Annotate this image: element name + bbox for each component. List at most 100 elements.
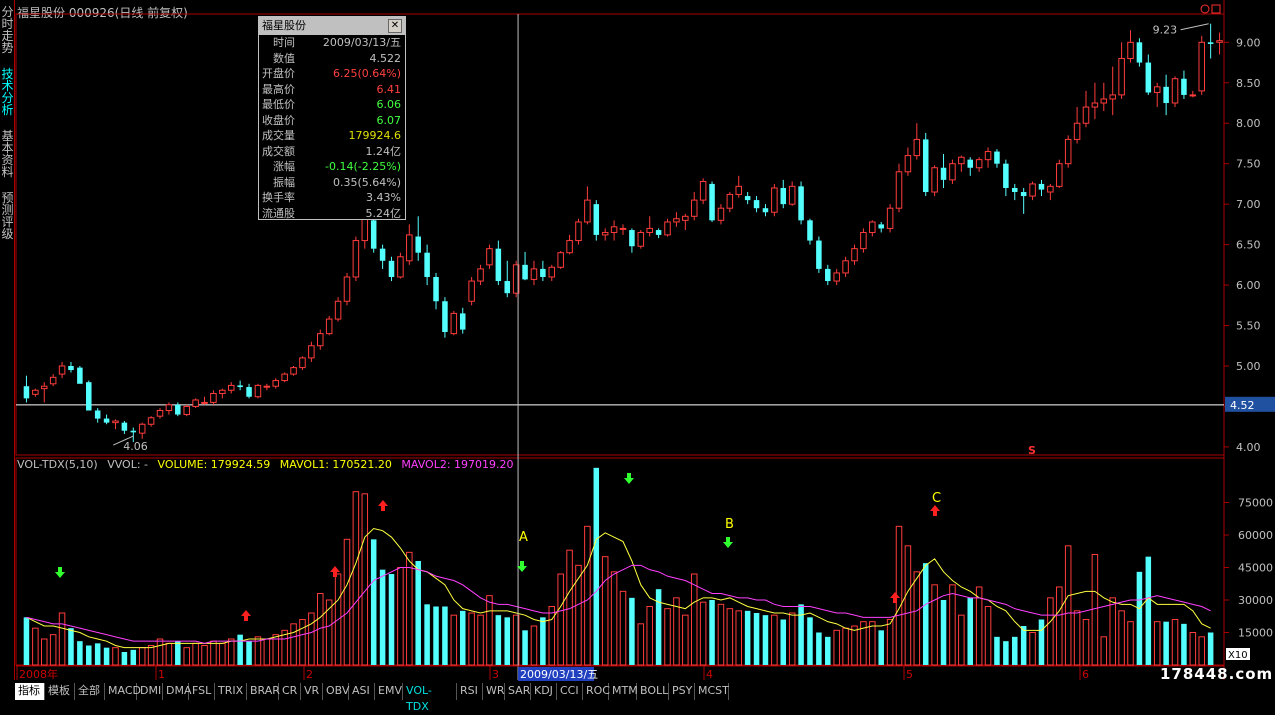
volume-bar (156, 638, 164, 666)
high-pointer (1180, 23, 1209, 31)
candle-body (601, 231, 609, 236)
candle-body (522, 264, 528, 280)
indicator-tab[interactable]: CCI (557, 683, 583, 700)
info-key: 涨幅 (273, 160, 295, 173)
volume-bar (958, 614, 965, 666)
volume-bar (237, 634, 243, 665)
info-value: 179924.6 (348, 129, 402, 142)
volume-bar (1189, 632, 1197, 666)
volume-bar (495, 615, 502, 665)
info-value: 1.24亿 (365, 144, 402, 158)
volume-bar (1153, 621, 1161, 666)
indicator-tab[interactable]: TRIX (215, 683, 247, 700)
up-arrow-icon (930, 505, 940, 516)
volume-bar (138, 647, 146, 666)
info-key: 成交量 (262, 129, 295, 142)
candle-body (175, 404, 181, 415)
candle-body (548, 266, 556, 278)
indicator-tab[interactable]: RSI (457, 683, 483, 700)
indicator-tab[interactable]: VOL-TDX (403, 683, 457, 713)
x-tick-label: 4 (706, 668, 713, 681)
candle-body (1100, 98, 1108, 104)
volume-bar (1012, 636, 1018, 665)
volume-bar (299, 619, 306, 666)
circle-icon (1200, 4, 1210, 14)
info-row: 开盘价 6.25(0.64%) (259, 66, 405, 82)
indicator-tab[interactable]: EMV (375, 683, 403, 700)
price-tick-label: 9.00 (1236, 36, 1261, 49)
price-panel-frame (15, 13, 1225, 456)
indicator-tab[interactable]: DMA (163, 683, 192, 700)
volume-bar (1038, 619, 1045, 665)
volume-bar (878, 630, 884, 665)
indicator-tab[interactable]: WR (483, 683, 505, 700)
candle-body (807, 220, 813, 241)
indicator-tab[interactable]: PSY (669, 683, 695, 700)
indicator-tab[interactable]: MTM (609, 683, 638, 700)
candle-body (281, 373, 288, 382)
indicator-tab[interactable]: MCST (695, 683, 729, 700)
candle-body (415, 236, 421, 253)
volume-bar (1198, 636, 1206, 666)
candle-body (726, 193, 734, 209)
volume-bar (940, 600, 947, 665)
volume-bar (40, 638, 48, 666)
indicator-tab[interactable]: 全部 (75, 683, 105, 700)
indicator-tab[interactable]: MACD (105, 683, 141, 700)
candle-body (629, 230, 635, 247)
volume-bar (709, 600, 715, 665)
indicator-tab[interactable]: KDJ (531, 683, 557, 700)
candle-body (325, 318, 333, 335)
candle-body (94, 410, 101, 419)
volume-bar (308, 612, 315, 666)
candle-body (156, 409, 164, 417)
volume-bar (664, 608, 671, 666)
indicator-tab[interactable]: SAR (505, 683, 531, 700)
candle-body (637, 231, 645, 247)
candle-body (219, 389, 226, 395)
indicator-tab[interactable]: ASI (349, 683, 375, 700)
volume-bar (1145, 556, 1152, 665)
indicator-tab[interactable]: VR (301, 683, 323, 700)
close-icon[interactable]: ✕ (388, 19, 402, 33)
indicator-tab[interactable]: FSL (189, 683, 215, 700)
candle-body (1056, 163, 1063, 187)
candle-body (584, 199, 591, 223)
kline-chart[interactable]: 9.008.508.007.507.006.506.005.505.004.50… (0, 0, 1275, 701)
candle-body (690, 199, 698, 217)
indicator-tab[interactable]: BOLL (637, 683, 669, 700)
indicator-tab[interactable]: OBV (323, 683, 349, 700)
indicator-tab[interactable]: BRAR (247, 683, 280, 700)
mavol1-value: MAVOL1: 170521.20 (279, 458, 392, 471)
candle-body (895, 171, 903, 209)
indicator-tab[interactable]: ROC (583, 683, 610, 700)
info-row: 成交额 1.24亿 (259, 144, 405, 160)
volume-bar (682, 614, 689, 666)
volume-bar (219, 642, 226, 666)
volume-bar (610, 571, 618, 666)
info-value: 6.41 (376, 82, 402, 96)
volume-bar (361, 493, 369, 666)
candle-body (1038, 183, 1045, 190)
candle-body (32, 389, 39, 395)
volume-bar (77, 641, 83, 665)
quote-info-window[interactable]: 福星股份 ✕ 时间 2009/03/13/五 数值 4.522 开盘价 6.25(0.64… (258, 16, 406, 220)
vol-tick-label: 15000 (1238, 627, 1273, 640)
price-tick-label: 5.50 (1236, 320, 1261, 333)
info-row: 最高价 6.41 (259, 82, 405, 98)
info-value: 3.43% (366, 191, 401, 204)
volume-bar (112, 647, 119, 666)
volume-bar (1020, 626, 1027, 665)
candle-body (406, 234, 413, 262)
volume-bar (557, 573, 564, 666)
indicator-tab[interactable]: DMI (137, 683, 163, 700)
candle-body (1064, 138, 1072, 165)
info-row: 数值 4.522 (259, 51, 405, 67)
indicator-tab[interactable]: 模板 (45, 683, 75, 700)
candle-body (370, 220, 377, 249)
indicator-tab[interactable]: CR (279, 683, 301, 700)
indicator-tab[interactable]: 指标 (15, 683, 45, 700)
candle-body (183, 405, 190, 416)
volume-bar (1163, 621, 1169, 665)
info-window-titlebar[interactable]: 福星股份 ✕ (259, 17, 405, 35)
